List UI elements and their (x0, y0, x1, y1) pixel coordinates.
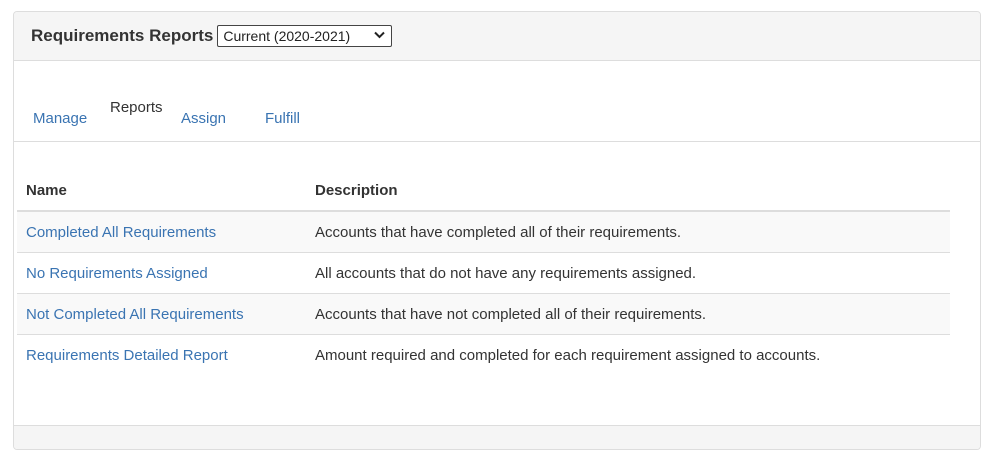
report-name-cell: Not Completed All Requirements (17, 293, 306, 335)
tab-bar: Manage Reports Assign Fulfill (14, 61, 980, 142)
report-description: Accounts that have completed all of thei… (315, 223, 682, 241)
report-name-cell: Requirements Detailed Report (17, 334, 306, 375)
year-select[interactable]: Current (2020-2021) (217, 25, 393, 47)
table-row: Requirements Detailed Report Amount requ… (17, 334, 950, 375)
table-row: Completed All Requirements Accounts that… (17, 211, 950, 253)
report-description: All accounts that do not have any requir… (306, 252, 950, 294)
tab-assign[interactable]: Assign (181, 110, 226, 127)
tab-manage[interactable]: Manage (33, 110, 87, 127)
table-header-row: Name Description (17, 170, 950, 212)
report-link-completed-all[interactable]: Completed All Requirements (26, 224, 216, 241)
table-row: No Requirements Assigned All accounts th… (17, 252, 950, 294)
tab-fulfill[interactable]: Fulfill (265, 110, 300, 127)
report-name-cell: Completed All Requirements (17, 211, 306, 253)
year-select-value: Current (2020-2021) (223, 28, 351, 44)
report-name-cell: No Requirements Assigned (17, 252, 306, 294)
report-link-not-completed[interactable]: Not Completed All Requirements (26, 306, 244, 323)
panel-header: Requirements Reports Current (2020-2021) (14, 12, 980, 61)
chevron-down-icon (374, 30, 386, 42)
reports-table: Name Description Completed All Requireme… (17, 170, 950, 375)
page-title: Requirements Reports (31, 26, 214, 45)
report-link-no-requirements[interactable]: No Requirements Assigned (26, 265, 208, 282)
report-description: Accounts that have not completed all of … (306, 293, 950, 335)
column-header-description: Description (306, 170, 950, 212)
panel-footer (14, 425, 980, 449)
report-link-detailed[interactable]: Requirements Detailed Report (26, 347, 228, 364)
report-description: Amount required and completed for each r… (306, 334, 950, 375)
column-header-name: Name (17, 170, 306, 212)
table-row: Not Completed All Requirements Accounts … (17, 293, 950, 335)
tab-reports[interactable]: Reports (110, 99, 163, 116)
